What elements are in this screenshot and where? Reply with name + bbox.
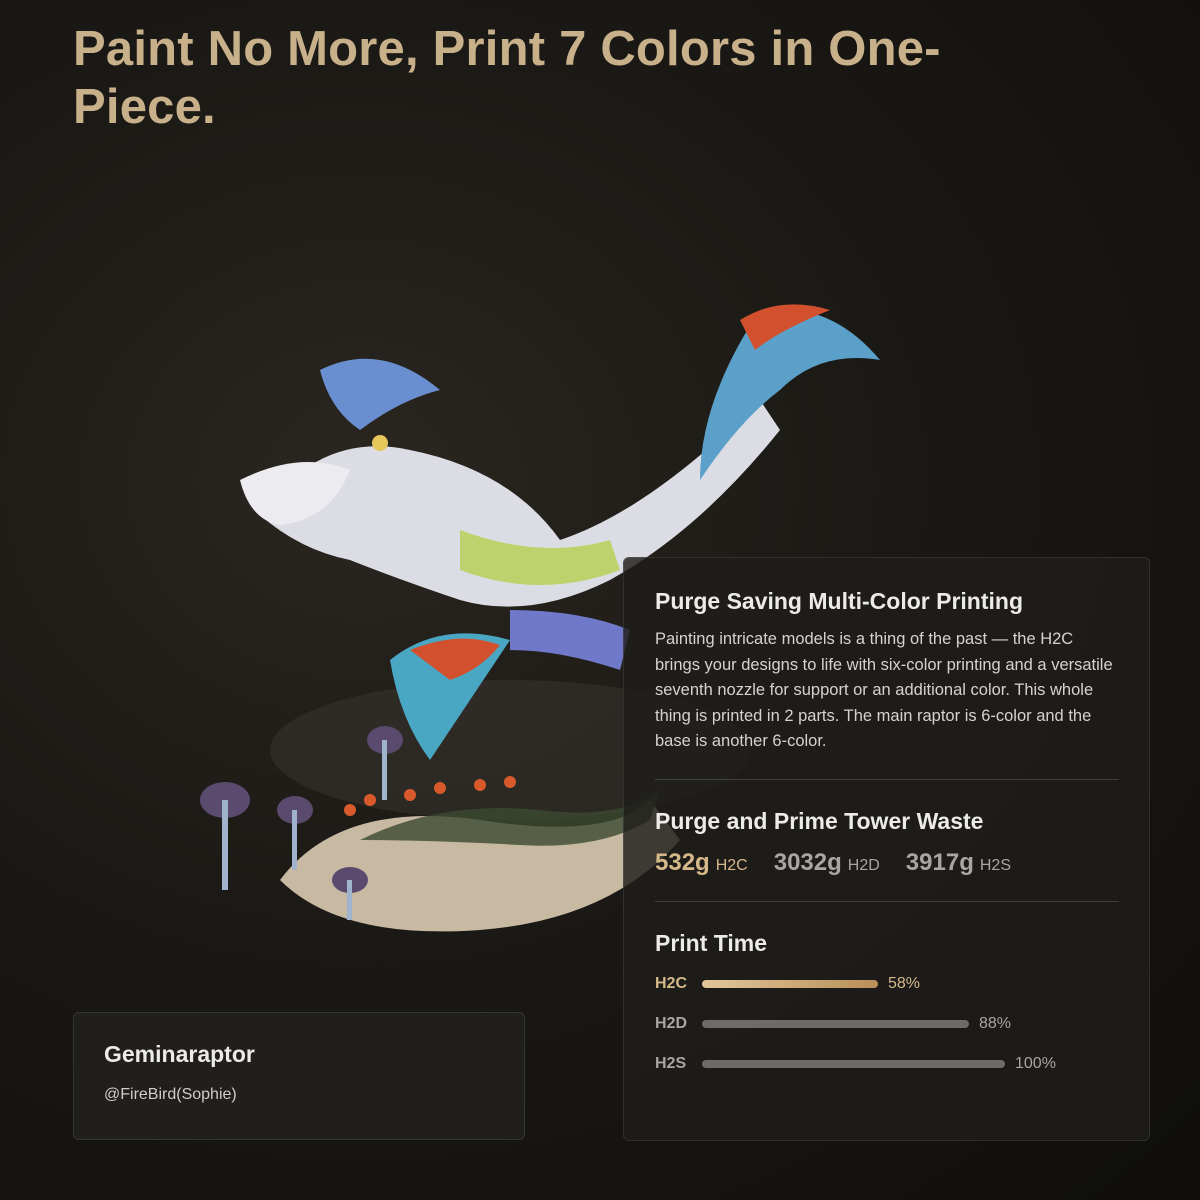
- print-time-row-h2c: H2C 58%: [655, 975, 1119, 993]
- feature-title: Purge Saving Multi-Color Printing: [655, 588, 1023, 614]
- feature-description: Painting intricate models is a thing of …: [655, 630, 1113, 751]
- print-time-bar: [702, 1019, 969, 1028]
- print-time-row-h2s: H2S 100%: [655, 1055, 1119, 1073]
- bar-percent-label: 58%: [888, 974, 921, 992]
- waste-item-h2c: 532g H2C: [655, 849, 748, 877]
- waste-value: 3917g: [905, 848, 974, 876]
- page-headline: Paint No More, Print 7 Colors in One-Pie…: [73, 22, 941, 134]
- bar-model-label: H2D: [655, 1014, 688, 1032]
- print-time-row-h2d: H2D 88%: [655, 1015, 1119, 1033]
- model-author: @FireBird(Sophie): [104, 1086, 237, 1103]
- waste-item-h2d: 3032g H2D: [774, 849, 880, 877]
- feature-info-card: Purge Saving Multi-Color Printing Painti…: [623, 557, 1150, 1141]
- waste-value: 532g: [655, 848, 710, 876]
- bar-model-label: H2S: [655, 1054, 687, 1072]
- print-time-bar: [702, 979, 878, 988]
- bar-percent-label: 88%: [979, 1014, 1012, 1032]
- waste-comparison: 532g H2C 3032g H2D 3917g H2S: [655, 849, 1119, 877]
- model-credit-card: Geminaraptor @FireBird(Sophie): [73, 1012, 525, 1140]
- waste-model-tag: H2C: [715, 856, 748, 874]
- print-time-bar: [702, 1059, 1005, 1068]
- divider: [655, 900, 1119, 902]
- bar-percent-label: 100%: [1015, 1054, 1056, 1072]
- model-name: Geminaraptor: [104, 1041, 255, 1067]
- waste-value: 3032g: [773, 848, 842, 876]
- waste-model-tag: H2S: [979, 856, 1011, 874]
- waste-model-tag: H2D: [847, 856, 880, 874]
- print-time-title: Print Time: [655, 929, 768, 956]
- bar-model-label: H2C: [655, 974, 688, 992]
- waste-section-title: Purge and Prime Tower Waste: [655, 807, 984, 834]
- waste-item-h2s: 3917g H2S: [906, 849, 1011, 877]
- divider: [655, 778, 1119, 780]
